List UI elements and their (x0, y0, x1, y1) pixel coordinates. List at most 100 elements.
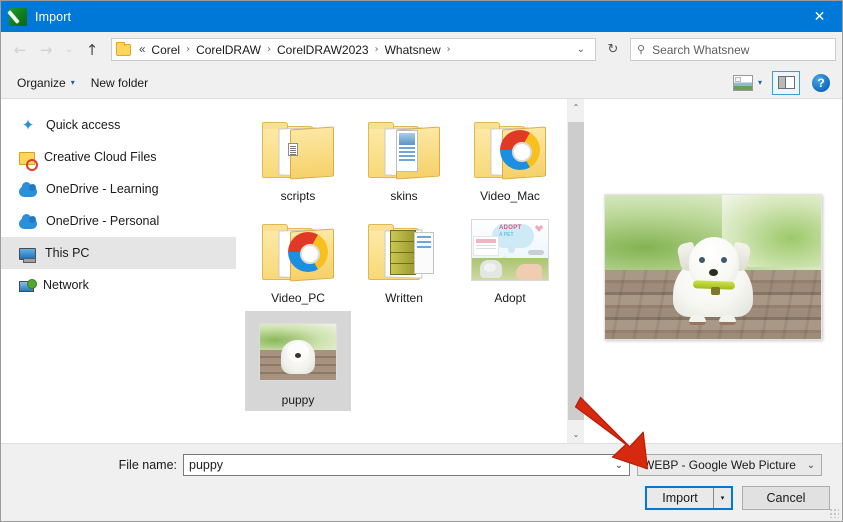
preview-pane-icon (778, 76, 795, 89)
search-input[interactable]: Search Whatsnew (652, 43, 749, 57)
puppy-preview-image (604, 194, 822, 340)
view-controls: ▾ ? (733, 71, 834, 95)
search-icon: ⚲ (637, 43, 645, 56)
list-item[interactable]: scripts (245, 107, 351, 207)
folder-icon (259, 215, 337, 285)
breadcrumb-separator[interactable]: › (444, 44, 454, 55)
sidebar-item-label: Network (43, 278, 89, 292)
list-item[interactable]: puppy (245, 311, 351, 411)
filetype-value: WEBP - Google Web Picture (643, 458, 801, 472)
dialog-footer: File name: puppy ⌄ WEBP - Google Web Pic… (1, 443, 842, 521)
folder-icon (116, 44, 131, 56)
sidebar-item-onedrive-learning[interactable]: OneDrive - Learning (1, 173, 236, 205)
search-box[interactable]: ⚲ Search Whatsnew (630, 38, 836, 61)
forward-icon[interactable]: → (33, 37, 59, 63)
chevron-down-icon[interactable]: ⌄ (801, 460, 821, 471)
corel-import-icon (9, 8, 27, 26)
new-folder-button[interactable]: New folder (83, 72, 156, 94)
view-options-icon[interactable] (733, 75, 753, 91)
list-item[interactable]: Written (351, 209, 457, 309)
breadcrumb-separator[interactable]: › (372, 44, 382, 55)
refresh-icon[interactable]: ↻ (600, 38, 626, 61)
sidebar-item-label: Quick access (46, 118, 120, 132)
sidebar-item-network[interactable]: Network (1, 269, 236, 301)
resize-grip[interactable] (829, 508, 839, 518)
scrollbar-thumb[interactable] (568, 122, 584, 420)
dialog-body: ✦ Quick access Creative Cloud Files OneD… (1, 99, 842, 443)
sidebar-item-this-pc[interactable]: This PC (1, 237, 236, 269)
file-list-area: scripts skins (237, 99, 842, 443)
onedrive-cloud-icon (19, 186, 37, 197)
chevron-down-icon[interactable]: ⌄ (569, 44, 593, 55)
file-label: skins (390, 189, 417, 203)
preview-pane (584, 99, 842, 443)
navigation-sidebar: ✦ Quick access Creative Cloud Files OneD… (1, 99, 237, 443)
file-label: scripts (281, 189, 316, 203)
command-bar: Organize ▾ New folder ▾ ? (1, 67, 842, 99)
image-thumbnail: ADOPT A PET (471, 215, 549, 285)
folder-icon (259, 113, 337, 183)
dialog-buttons: Import ▾ Cancel (645, 486, 830, 510)
chevron-down-icon: ▾ (71, 78, 75, 87)
scrollbar-track[interactable] (568, 116, 584, 426)
image-thumbnail (259, 317, 337, 387)
sidebar-item-label: OneDrive - Personal (46, 214, 159, 228)
filetype-select[interactable]: WEBP - Google Web Picture ⌄ (637, 454, 822, 476)
breadcrumb-item-coreldraw[interactable]: CorelDRAW (193, 42, 264, 58)
preview-pane-button[interactable] (772, 71, 800, 95)
file-label: Written (385, 291, 423, 305)
sidebar-item-creative-cloud-files[interactable]: Creative Cloud Files (1, 141, 236, 173)
sidebar-item-label: This PC (45, 246, 89, 260)
list-item[interactable]: Video_Mac (457, 107, 563, 207)
window-title: Import (35, 10, 71, 24)
creative-cloud-files-icon (19, 152, 35, 165)
title-bar: Import ✕ (1, 1, 842, 32)
import-button[interactable]: Import ▾ (645, 486, 733, 510)
breadcrumb-overflow-icon[interactable]: « (136, 44, 148, 56)
folder-icon (471, 113, 549, 183)
sidebar-item-label: OneDrive - Learning (46, 182, 159, 196)
breadcrumb-item-corel[interactable]: Corel (148, 42, 183, 58)
chevron-down-icon[interactable]: ⌄ (609, 460, 629, 471)
scroll-up-icon[interactable]: ⌃ (568, 99, 584, 116)
filename-label: File name: (1, 458, 183, 472)
cancel-label: Cancel (767, 491, 806, 505)
filename-input[interactable]: puppy ⌄ (183, 454, 630, 476)
close-icon[interactable]: ✕ (797, 1, 842, 32)
vertical-scrollbar[interactable]: ⌃ ⌄ (567, 99, 584, 443)
list-item[interactable]: ADOPT A PET Adopt (457, 209, 563, 309)
folder-icon (365, 113, 443, 183)
up-icon[interactable]: ↑ (79, 37, 105, 63)
file-label: Adopt (494, 291, 525, 305)
breadcrumb[interactable]: « Corel › CorelDRAW › CorelDRAW2023 › Wh… (111, 38, 596, 61)
filename-row: File name: puppy ⌄ WEBP - Google Web Pic… (1, 454, 842, 476)
folder-icon (365, 215, 443, 285)
recent-locations-icon[interactable]: ⌄ (59, 37, 79, 63)
this-pc-icon (19, 248, 36, 260)
chevron-down-icon[interactable]: ▾ (755, 78, 770, 87)
sidebar-item-label: Creative Cloud Files (44, 150, 157, 164)
filename-value[interactable]: puppy (189, 458, 609, 472)
breadcrumb-separator[interactable]: › (183, 44, 193, 55)
list-item[interactable]: skins (351, 107, 457, 207)
new-folder-label: New folder (91, 76, 148, 90)
list-item[interactable]: Video_PC (245, 209, 351, 309)
organize-button[interactable]: Organize ▾ (9, 72, 83, 94)
back-icon[interactable]: ← (7, 37, 33, 63)
help-icon[interactable]: ? (812, 74, 830, 92)
breadcrumb-item-whatsnew[interactable]: Whatsnew (382, 42, 444, 58)
import-dropdown-icon[interactable]: ▾ (713, 488, 731, 508)
sidebar-item-onedrive-personal[interactable]: OneDrive - Personal (1, 205, 236, 237)
onedrive-cloud-icon (19, 218, 37, 229)
file-label: Video_Mac (480, 189, 540, 203)
breadcrumb-separator[interactable]: › (264, 44, 274, 55)
file-label: Video_PC (271, 291, 325, 305)
file-grid[interactable]: scripts skins (237, 99, 567, 443)
sidebar-item-quick-access[interactable]: ✦ Quick access (1, 109, 236, 141)
address-bar: ← → ⌄ ↑ « Corel › CorelDRAW › CorelDRAW2… (1, 32, 842, 67)
scroll-down-icon[interactable]: ⌄ (568, 426, 584, 443)
file-label: puppy (282, 393, 315, 407)
quick-access-star-icon: ✦ (19, 116, 37, 134)
breadcrumb-item-coreldraw2023[interactable]: CorelDRAW2023 (274, 42, 372, 58)
cancel-button[interactable]: Cancel (742, 486, 830, 510)
